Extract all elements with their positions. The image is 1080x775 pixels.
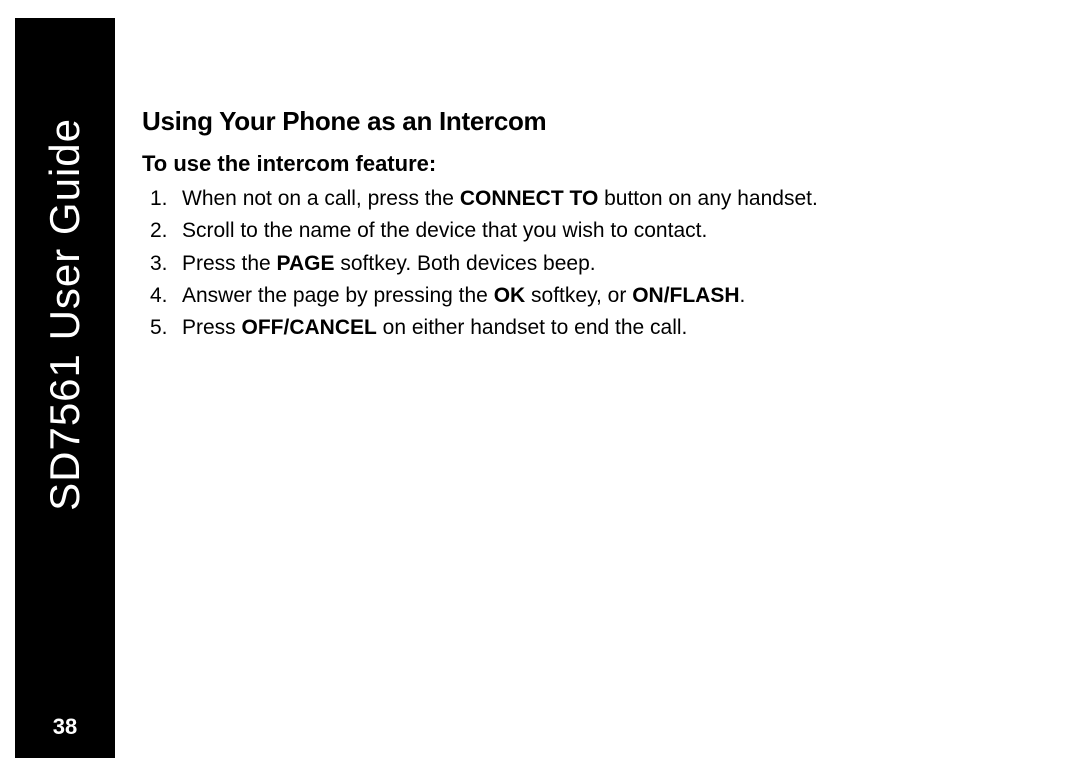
step-item-4: 4. Answer the page by pressing the OK so… — [182, 282, 1008, 310]
step-text-post: on either handset to end the call. — [377, 316, 688, 339]
step-list: 1. When not on a call, press the CONNECT… — [142, 185, 1008, 343]
step-text-pre: Scroll to the name of the device that yo… — [182, 219, 707, 242]
step-text-mid: softkey, or — [525, 284, 632, 307]
step-text-post: . — [740, 284, 746, 307]
section-heading: Using Your Phone as an Intercom — [142, 106, 1008, 137]
step-bold2: ON/FLASH — [632, 284, 739, 307]
step-item-5: 5. Press OFF/CANCEL on either handset to… — [182, 314, 1008, 342]
sub-heading: To use the intercom feature: — [142, 151, 1008, 177]
step-bold: CONNECT TO — [460, 187, 598, 210]
step-text-post: softkey. Both devices beep. — [335, 252, 596, 275]
step-text-pre: Press — [182, 316, 242, 339]
step-num: 5. — [150, 314, 168, 342]
step-text-pre: Answer the page by pressing the — [182, 284, 494, 307]
content-area: Using Your Phone as an Intercom To use t… — [142, 18, 1068, 343]
step-item-3: 3. Press the PAGE softkey. Both devices … — [182, 250, 1008, 278]
sidebar: SD7561 User Guide 38 — [15, 18, 115, 758]
step-num: 2. — [150, 217, 168, 245]
step-text-pre: When not on a call, press the — [182, 187, 460, 210]
step-text-pre: Press the — [182, 252, 277, 275]
step-num: 4. — [150, 282, 168, 310]
sidebar-title: SD7561 User Guide — [41, 118, 89, 511]
step-bold: OFF/CANCEL — [242, 316, 377, 339]
page-container: SD7561 User Guide 38 Using Your Phone as… — [0, 0, 1080, 775]
step-bold: OK — [494, 284, 526, 307]
page-number: 38 — [53, 714, 77, 740]
step-item-2: 2. Scroll to the name of the device that… — [182, 217, 1008, 245]
step-bold: PAGE — [277, 252, 335, 275]
step-num: 1. — [150, 185, 168, 213]
step-text-post: button on any handset. — [598, 187, 818, 210]
step-num: 3. — [150, 250, 168, 278]
step-item-1: 1. When not on a call, press the CONNECT… — [182, 185, 1008, 213]
